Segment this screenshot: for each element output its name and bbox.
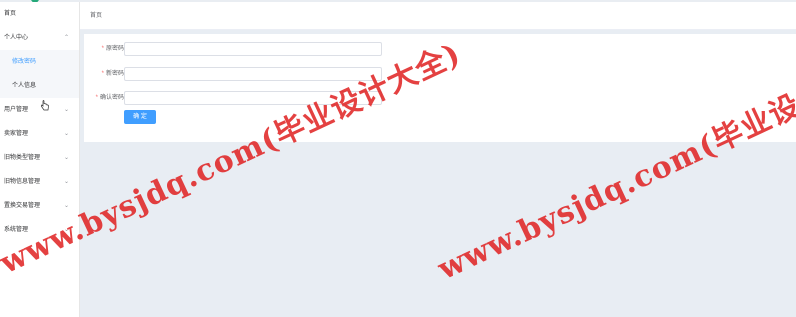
new-password-label: * 新密码 — [101, 71, 124, 77]
chevron-down-icon: ⌄ — [63, 203, 69, 209]
sidebar-item-label: 个人信息 — [12, 83, 37, 89]
required-mark: * — [101, 71, 104, 77]
sidebar-item-label: 卖家管理 — [4, 131, 29, 137]
chevron-down-icon: ⌄ — [63, 131, 69, 137]
breadcrumb-home[interactable]: 首页 — [90, 13, 102, 19]
sidebar-item-label: 修改密码 — [12, 59, 37, 65]
form-row-new-password: * 新密码 — [84, 67, 484, 81]
sidebar-item-system-management[interactable]: 系统管理 ⌄ — [0, 218, 79, 242]
sidebar-item-label: 置换交易管理 — [4, 203, 41, 209]
sidebar-item-personal-info[interactable]: 个人信息 — [0, 74, 79, 98]
app-root: 首页 个人中心 ⌃ 修改密码 个人信息 用户管理 ⌄ 卖家管理 ⌄ 旧物类型管理… — [0, 0, 796, 317]
chevron-up-icon: ⌃ — [63, 35, 69, 41]
form-row-confirm-password: * 确认密码 — [84, 91, 484, 105]
sidebar-item-label: 首页 — [4, 11, 17, 17]
chevron-down-icon: ⌄ — [63, 227, 69, 233]
sidebar-item-label: 旧物信息管理 — [4, 179, 41, 185]
required-mark: * — [101, 46, 104, 52]
sidebar-item-item-type-management[interactable]: 旧物类型管理 ⌄ — [0, 146, 79, 170]
chevron-down-icon: ⌄ — [63, 107, 69, 113]
content-area: * 原密码 * 新密码 * 确认密码 确 定 — [80, 30, 796, 317]
chevron-down-icon: ⌄ — [63, 179, 69, 185]
sidebar-item-change-password[interactable]: 修改密码 — [0, 50, 79, 74]
sidebar-item-label: 个人中心 — [4, 35, 29, 41]
sidebar-item-item-info-management[interactable]: 旧物信息管理 ⌄ — [0, 170, 79, 194]
required-mark: * — [95, 95, 98, 101]
confirm-password-field[interactable] — [124, 91, 382, 105]
hand-cursor-icon — [40, 100, 49, 111]
new-password-field[interactable] — [124, 67, 382, 81]
sidebar-item-label: 系统管理 — [4, 227, 29, 233]
sidebar-item-label: 用户管理 — [4, 107, 29, 113]
form-row-old-password: * 原密码 — [84, 42, 484, 56]
sidebar: 首页 个人中心 ⌃ 修改密码 个人信息 用户管理 ⌄ 卖家管理 ⌄ 旧物类型管理… — [0, 2, 80, 317]
password-form-card: * 原密码 * 新密码 * 确认密码 确 定 — [84, 34, 796, 142]
confirm-button[interactable]: 确 定 — [124, 110, 156, 124]
breadcrumb: 首页 — [80, 2, 796, 30]
submenu-personal-center: 修改密码 个人信息 — [0, 50, 79, 98]
sidebar-item-label: 旧物类型管理 — [4, 155, 41, 161]
old-password-label: * 原密码 — [101, 46, 124, 52]
old-password-field[interactable] — [124, 42, 382, 56]
chevron-down-icon: ⌄ — [63, 155, 69, 161]
sidebar-item-seller-management[interactable]: 卖家管理 ⌄ — [0, 122, 79, 146]
confirm-password-label: * 确认密码 — [95, 95, 124, 101]
sidebar-item-personal-center[interactable]: 个人中心 ⌃ — [0, 26, 79, 50]
main-area: 首页 * 原密码 * 新密码 * 确认密码 确 定 — [80, 2, 796, 317]
sidebar-item-home[interactable]: 首页 — [0, 2, 79, 26]
sidebar-item-exchange-management[interactable]: 置换交易管理 ⌄ — [0, 194, 79, 218]
